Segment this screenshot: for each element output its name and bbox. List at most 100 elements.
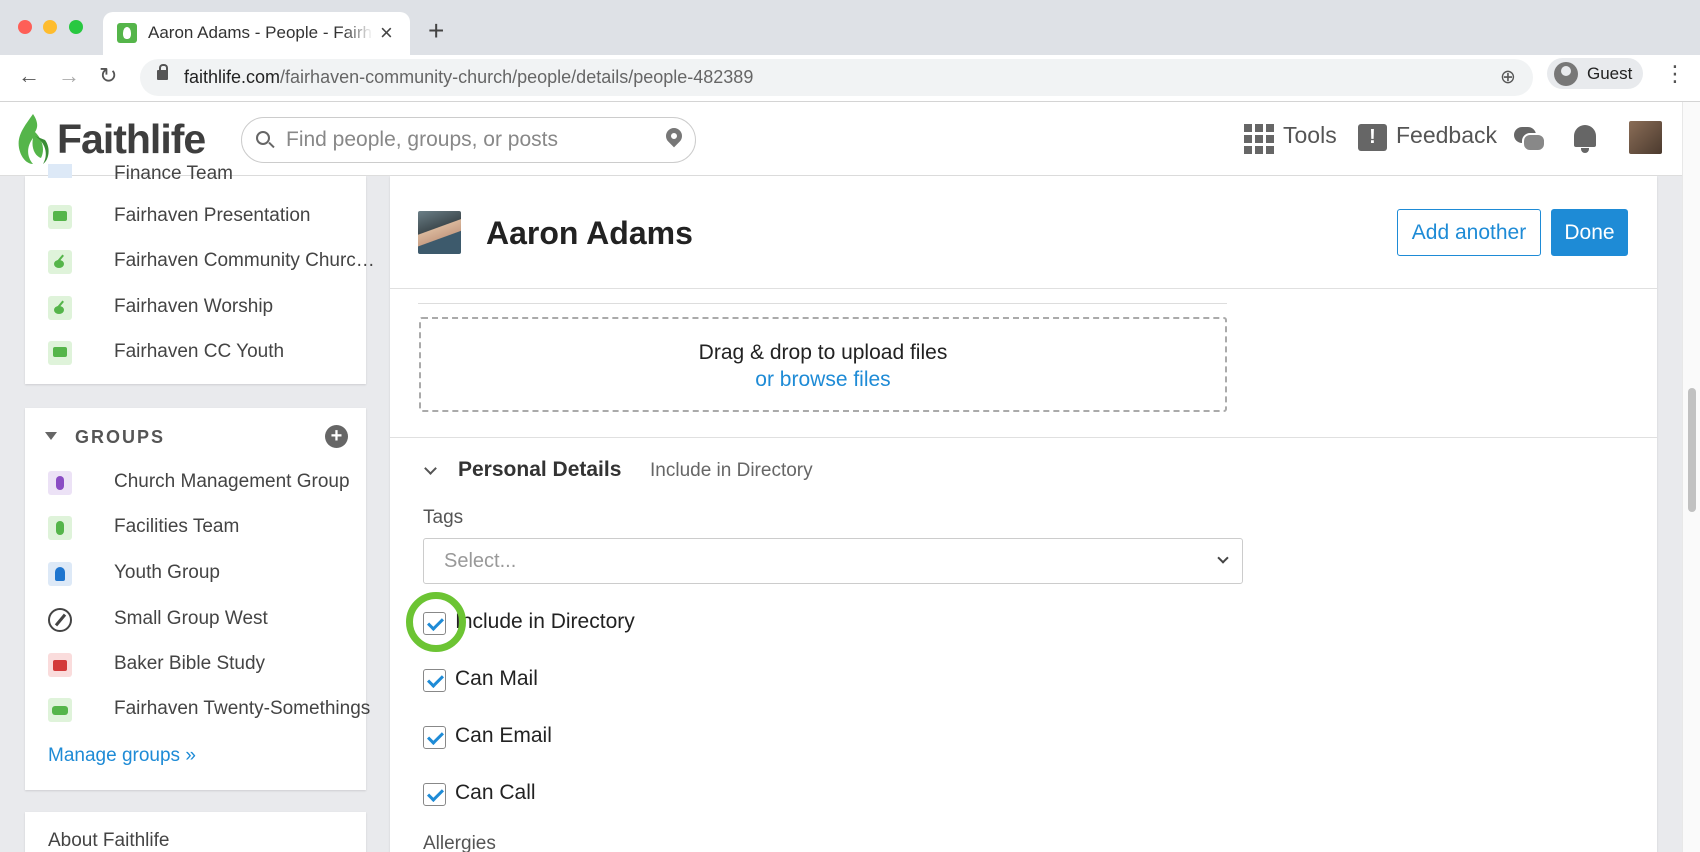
address-bar[interactable]: faithlife.com/fairhaven-community-church…: [140, 59, 1533, 96]
sidebar-item-label: Fairhaven Presentation: [114, 205, 311, 226]
personal-details-heading[interactable]: Personal Details: [458, 458, 621, 482]
include-in-directory-row[interactable]: Include in Directory: [423, 608, 923, 638]
browser-menu-icon[interactable]: ⋮: [1664, 61, 1686, 87]
sidebar-about-card: About Faithlife: [25, 812, 366, 852]
sidebar-item-partial[interactable]: Finance Team: [114, 163, 233, 185]
browser-tabstrip: Aaron Adams - People - Fairhaven × +: [0, 0, 1700, 55]
chevron-down-icon[interactable]: [424, 462, 437, 475]
collapse-caret-icon[interactable]: [45, 432, 57, 440]
bible-icon: [48, 653, 72, 677]
sidebar-item-fairhaven-presentation[interactable]: Fairhaven Presentation: [48, 202, 348, 232]
messages-icon[interactable]: [1514, 127, 1546, 152]
search-icon: [256, 131, 270, 145]
dropzone-text: Drag & drop to upload files: [698, 341, 948, 364]
search-bar: [241, 117, 696, 163]
sidebar-item-fairhaven-community-church[interactable]: Fairhaven Community Churc…: [48, 247, 375, 277]
sidebar-item-label: Fairhaven CC Youth: [114, 341, 285, 362]
back-arrow-icon[interactable]: ←: [18, 63, 40, 89]
faithlife-logo[interactable]: Faithlife: [57, 116, 206, 163]
sidebar-item-label: Fairhaven Twenty-Somethings: [114, 698, 371, 719]
tab-close-icon[interactable]: ×: [380, 20, 393, 46]
file-dropzone[interactable]: Drag & drop to upload files or browse fi…: [419, 317, 1227, 412]
couch-icon: [48, 698, 72, 722]
tags-select[interactable]: Select...: [423, 538, 1243, 584]
can-call-checkbox[interactable]: [423, 783, 446, 806]
sidebar-groups-card: GROUPS + Church Management Group Facilit…: [25, 408, 370, 790]
forward-arrow-icon[interactable]: →: [58, 63, 80, 89]
can-mail-checkbox[interactable]: [423, 669, 446, 692]
minimize-window-button[interactable]: [43, 20, 57, 34]
can-email-row[interactable]: Can Email: [423, 722, 923, 752]
page-scrollbar[interactable]: [1682, 102, 1700, 852]
reload-icon[interactable]: ↻: [99, 63, 117, 89]
close-window-button[interactable]: [18, 20, 32, 34]
profile-button[interactable]: Guest: [1547, 58, 1643, 89]
sidebar-item-fairhaven-worship[interactable]: Fairhaven Worship: [48, 293, 348, 323]
location-pin-icon[interactable]: [662, 124, 686, 148]
about-faithlife-link[interactable]: About Faithlife: [48, 830, 169, 852]
person-details-panel: Aaron Adams Add another Done Drag & drop…: [390, 176, 1657, 852]
profile-label: Guest: [1587, 64, 1633, 83]
tools-button[interactable]: Tools: [1283, 122, 1337, 149]
profile-avatar-icon: [1554, 62, 1578, 86]
person-name: Aaron Adams: [486, 215, 693, 251]
sidebar-item-fairhaven-cc-youth[interactable]: Fairhaven CC Youth: [48, 338, 348, 368]
feedback-icon[interactable]: !: [1358, 124, 1387, 151]
include-in-directory-checkbox[interactable]: [423, 612, 446, 635]
maximize-window-button[interactable]: [69, 20, 83, 34]
person-avatar[interactable]: [418, 211, 461, 254]
search-input[interactable]: [286, 128, 646, 152]
feedback-button[interactable]: Feedback: [1396, 122, 1497, 149]
tools-grid-icon[interactable]: [1244, 124, 1274, 154]
zoom-icon[interactable]: ⊕: [1500, 66, 1516, 89]
can-mail-row[interactable]: Can Mail: [423, 665, 923, 695]
sidebar-item-label: Youth Group: [114, 562, 220, 583]
done-button[interactable]: Done: [1551, 209, 1628, 256]
notifications-bell-icon[interactable]: [1574, 125, 1596, 153]
compass-icon: [48, 608, 72, 632]
sidebar-item-label: Fairhaven Worship: [114, 296, 274, 317]
partial-item-icon: [48, 164, 72, 178]
section-divider: [390, 437, 1657, 438]
sidebar-group-baker-bible-study[interactable]: Baker Bible Study: [48, 650, 348, 680]
sidebar-group-youth-group[interactable]: Youth Group: [48, 559, 348, 589]
add-group-icon[interactable]: +: [325, 425, 348, 448]
sidebar-pages-card: Finance Team Fairhaven Presentation Fair…: [25, 163, 375, 384]
guitar-icon: [48, 296, 72, 320]
user-avatar[interactable]: [1629, 121, 1662, 154]
scrollbar-thumb[interactable]: [1688, 388, 1696, 512]
tags-placeholder: Select...: [444, 550, 517, 572]
sidebar-item-label: Fairhaven Community Churc…: [114, 250, 375, 271]
browser-tab[interactable]: Aaron Adams - People - Fairhaven ×: [103, 12, 410, 55]
people-icon: [48, 516, 72, 540]
sidebar-group-small-group-west[interactable]: Small Group West: [48, 605, 348, 635]
can-email-checkbox[interactable]: [423, 726, 446, 749]
manage-groups-link[interactable]: Manage groups »: [48, 745, 196, 767]
url-text[interactable]: faithlife.com/fairhaven-community-church…: [184, 67, 753, 88]
browser-toolbar: ← → ↻ faithlife.com/fairhaven-community-…: [0, 55, 1700, 102]
faithlife-favicon-icon: [117, 23, 137, 43]
sidebar-group-twenty-somethings[interactable]: Fairhaven Twenty-Somethings: [48, 695, 370, 725]
new-tab-button[interactable]: +: [428, 15, 444, 47]
checkbox-label: Can Mail: [455, 667, 538, 690]
personal-details-summary: Include in Directory: [650, 460, 813, 481]
faithlife-flame-icon: [18, 114, 49, 164]
sidebar-item-label: Church Management Group: [114, 471, 350, 492]
checkbox-label: Can Email: [455, 724, 552, 747]
lock-icon: [157, 64, 168, 80]
sidebar-group-church-management[interactable]: Church Management Group: [48, 468, 350, 498]
checkbox-label: Can Call: [455, 781, 536, 804]
sidebar-item-label: Facilities Team: [114, 516, 240, 537]
people-icon: [48, 471, 72, 495]
chevron-down-icon[interactable]: [1217, 552, 1229, 564]
person-header: Aaron Adams Add another Done: [390, 176, 1657, 289]
sidebar-item-label: Small Group West: [114, 608, 268, 629]
tags-label: Tags: [423, 507, 464, 528]
person-icon: [48, 562, 72, 586]
sidebar-group-facilities-team[interactable]: Facilities Team: [48, 513, 348, 543]
checkbox-label: Include in Directory: [455, 610, 635, 633]
browse-files-link[interactable]: or browse files: [421, 368, 1225, 392]
add-another-button[interactable]: Add another: [1397, 209, 1541, 256]
groups-heading: GROUPS: [75, 427, 166, 447]
can-call-row[interactable]: Can Call: [423, 779, 923, 809]
